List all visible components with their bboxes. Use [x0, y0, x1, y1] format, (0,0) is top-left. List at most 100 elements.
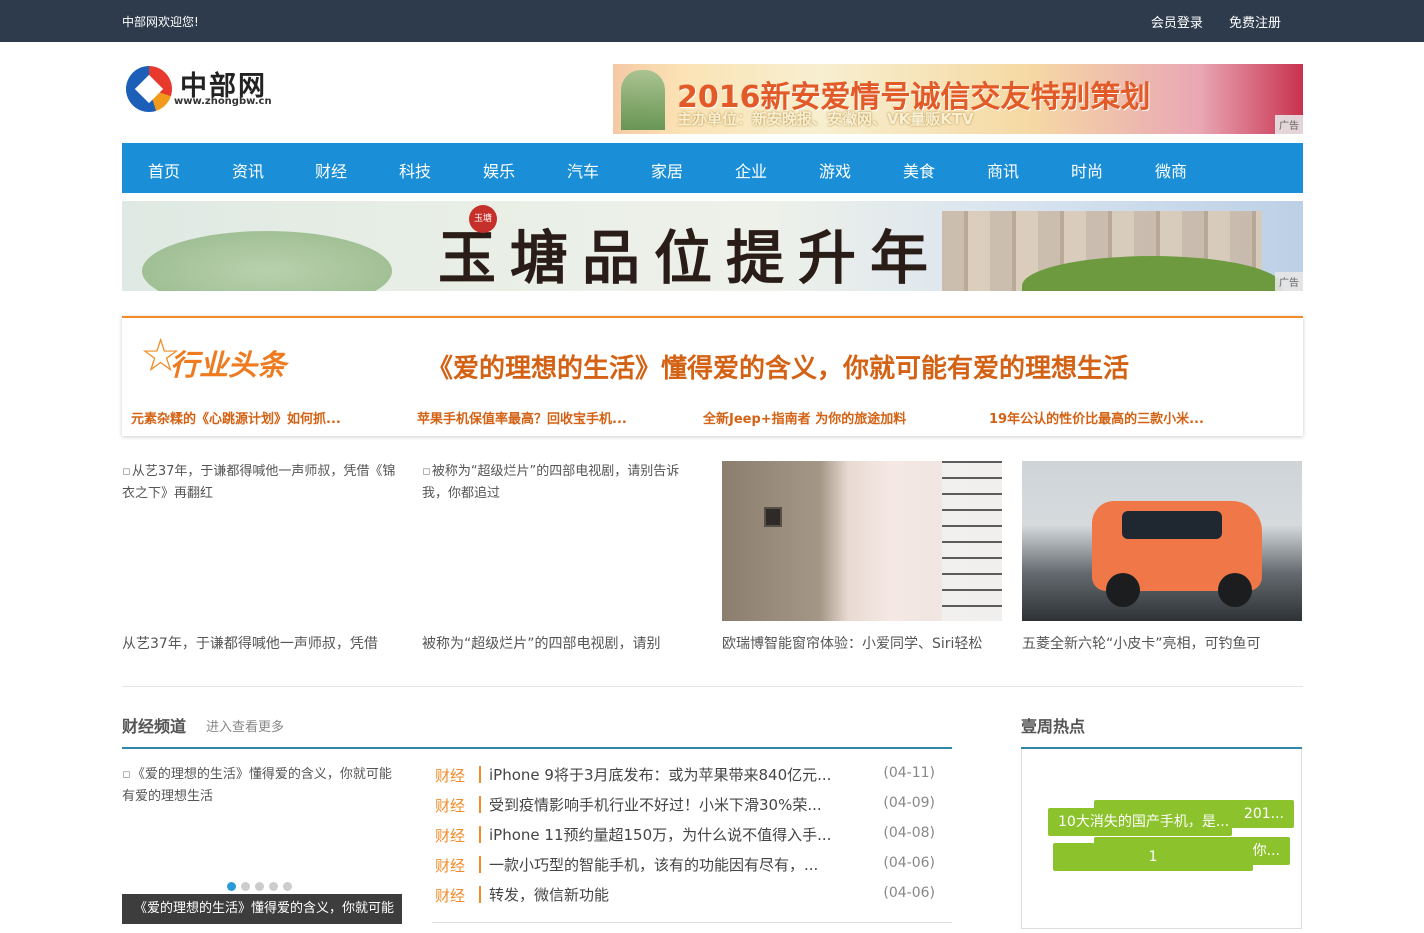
- car-window-icon: [1122, 511, 1222, 539]
- nav-item-company[interactable]: 企业: [735, 158, 767, 182]
- nav-item-news[interactable]: 资讯: [232, 158, 264, 182]
- slider-dot[interactable]: [227, 882, 236, 891]
- seal-stamp: 玉塘: [469, 205, 497, 233]
- industry-headline: ☆ 行业头条 《爱的理想的生活》懂得爱的含义，你就可能有爱的理想生活 元素杂糅的…: [122, 316, 1303, 436]
- nav-item-fashion[interactable]: 时尚: [1071, 158, 1103, 182]
- news-date: (04-06): [883, 855, 935, 871]
- news-category[interactable]: 财经: [435, 855, 465, 876]
- featured-card[interactable]: 被称为“超级烂片”的四部电视剧，请别告诉我，你都追过 被称为“超级烂片”的四部电…: [422, 461, 702, 661]
- card-image[interactable]: [1022, 461, 1302, 621]
- hot-section-title: 壹周热点: [1021, 717, 1086, 736]
- card-image[interactable]: 被称为“超级烂片”的四部电视剧，请别告诉我，你都追过: [422, 461, 702, 621]
- account-links: 会员登录 免费注册: [1129, 12, 1281, 31]
- slider-dots: [227, 879, 297, 895]
- card-caption[interactable]: 被称为“超级烂片”的四部电视剧，请别: [422, 633, 702, 653]
- finance-more-link[interactable]: 进入查看更多: [206, 716, 284, 735]
- news-separator: [479, 766, 481, 783]
- welcome-text: 中部网欢迎您!: [122, 15, 199, 29]
- card-caption[interactable]: 从艺37年，于谦都得喊他一声师叔，凭借: [122, 633, 402, 653]
- news-title[interactable]: iPhone 11预约量超150万，为什么说不值得入手...: [489, 824, 831, 845]
- nav-item-finance[interactable]: 财经: [315, 158, 347, 182]
- nav-item-tech[interactable]: 科技: [399, 158, 431, 182]
- news-category[interactable]: 财经: [435, 825, 465, 846]
- headline-logo-text: 行业头条: [170, 348, 287, 382]
- window-icon: [942, 461, 1002, 621]
- news-separator: [479, 826, 481, 843]
- section-underline: [122, 747, 952, 749]
- news-date: (04-08): [883, 825, 935, 841]
- site-logo[interactable]: 中部网 www.zhongbw.cn: [126, 62, 286, 114]
- wall-switch-icon: [764, 507, 782, 527]
- news-row: 财经 iPhone 9将于3月底发布：或为苹果带来840亿元... (04-11…: [432, 758, 952, 788]
- news-separator: [479, 796, 481, 813]
- nav-item-game[interactable]: 游戏: [819, 158, 851, 182]
- news-row: 财经 iPhone 11预约量超150万，为什么说不值得入手... (04-08…: [432, 818, 952, 848]
- news-date: (04-11): [883, 765, 935, 781]
- news-separator: [479, 856, 481, 873]
- nav-item-home[interactable]: 首页: [148, 158, 180, 182]
- finance-section-title: 财经频道: [122, 717, 187, 736]
- news-row: 财经 转发，微信新功能 (04-06): [432, 878, 952, 908]
- wide-ad-banner[interactable]: 玉塘品位提升年 玉塘 广告: [122, 201, 1303, 291]
- featured-card[interactable]: 从艺37年，于谦都得喊他一声师叔，凭借《锦衣之下》再翻红 从艺37年，于谦都得喊…: [122, 461, 402, 661]
- ad-tag: 广告: [1275, 272, 1303, 291]
- banner-calligraphy: 玉塘品位提升年: [438, 224, 943, 291]
- headline-logo: ☆ 行业头条: [140, 332, 310, 388]
- broken-image-alt: 从艺37年，于谦都得喊他一声师叔，凭借《锦衣之下》再翻红: [122, 461, 402, 505]
- top-bar: 中部网欢迎您! 会员登录 免费注册: [0, 0, 1424, 42]
- news-category[interactable]: 财经: [435, 885, 465, 906]
- featured-cards: 从艺37年，于谦都得喊他一声师叔，凭借《锦衣之下》再翻红 从艺37年，于谦都得喊…: [122, 461, 1303, 661]
- card-caption[interactable]: 五菱全新六轮“小皮卡”亮相，可钓鱼可: [1022, 633, 1302, 653]
- nav-item-wechat-biz[interactable]: 微商: [1155, 158, 1187, 182]
- slider-dot[interactable]: [283, 882, 292, 891]
- headline-link[interactable]: 全新Jeep+指南者 为你的旅途加料: [703, 408, 906, 427]
- news-title[interactable]: 一款小巧型的智能手机，该有的功能因有尽有，...: [489, 854, 818, 875]
- card-image[interactable]: 从艺37年，于谦都得喊他一声师叔，凭借《锦衣之下》再翻红: [122, 461, 402, 621]
- news-title[interactable]: iPhone 9将于3月底发布：或为苹果带来840亿元...: [489, 764, 831, 785]
- top-ad-banner[interactable]: 2016新安爱情号诚信交友特别策划 主办单位：新安晚报、安徽网、VK量贩KTV …: [613, 64, 1303, 134]
- news-list-border: [432, 922, 952, 923]
- logo-url: www.zhongbw.cn: [174, 96, 272, 107]
- nav-item-auto[interactable]: 汽车: [567, 158, 599, 182]
- news-date: (04-06): [883, 885, 935, 901]
- hot-tag[interactable]: 10大消失的国产手机，是...: [1048, 808, 1232, 836]
- hot-tag[interactable]: 1: [1053, 843, 1253, 871]
- nav-item-biz[interactable]: 商讯: [987, 158, 1019, 182]
- finance-slider[interactable]: 《爱的理想的生活》懂得爱的含义，你就可能有爱的理想生活 《爱的理想的生活》懂得爱…: [122, 764, 402, 924]
- slide-caption[interactable]: 《爱的理想的生活》懂得爱的含义，你就可能: [122, 894, 402, 924]
- wheel-icon: [1218, 573, 1252, 607]
- register-link[interactable]: 免费注册: [1229, 16, 1281, 31]
- login-link[interactable]: 会员登录: [1151, 16, 1203, 31]
- broken-image-alt: 《爱的理想的生活》懂得爱的含义，你就可能有爱的理想生活: [122, 764, 402, 808]
- hot-tag-cloud: 201... 你... 10大消失的国产手机，是... 1: [1021, 749, 1302, 929]
- news-title[interactable]: 转发，微信新功能: [489, 884, 609, 905]
- card-image[interactable]: [722, 461, 1002, 621]
- broken-image-alt: 被称为“超级烂片”的四部电视剧，请别告诉我，你都追过: [422, 461, 702, 505]
- featured-card[interactable]: 五菱全新六轮“小皮卡”亮相，可钓鱼可: [1022, 461, 1302, 661]
- nav-item-ent[interactable]: 娱乐: [483, 158, 515, 182]
- logo-mark-icon: [126, 66, 172, 112]
- slider-dot[interactable]: [241, 882, 250, 891]
- slider-dot[interactable]: [269, 882, 278, 891]
- lotus-leaf-icon: [142, 231, 392, 291]
- wheel-icon: [1106, 573, 1140, 607]
- slider-dot[interactable]: [255, 882, 264, 891]
- section-divider: [122, 686, 1303, 687]
- news-category[interactable]: 财经: [435, 795, 465, 816]
- news-title[interactable]: 受到疫情影响手机行业不好过！小米下滑30%荣...: [489, 794, 822, 815]
- main-nav: 首页 资讯 财经 科技 娱乐 汽车 家居 企业 游戏 美食 商讯 时尚 微商: [122, 143, 1303, 193]
- finance-news-list: 财经 iPhone 9将于3月底发布：或为苹果带来840亿元... (04-11…: [432, 758, 952, 908]
- featured-card[interactable]: 欧瑞博智能窗帘体验：小爱同学、Siri轻松: [722, 461, 1002, 661]
- headline-link[interactable]: 19年公认的性价比最高的三款小米...: [989, 408, 1204, 427]
- ad-tag: 广告: [1275, 115, 1303, 134]
- card-caption[interactable]: 欧瑞博智能窗帘体验：小爱同学、Siri轻松: [722, 633, 1002, 653]
- news-date: (04-09): [883, 795, 935, 811]
- news-separator: [479, 886, 481, 903]
- headline-link[interactable]: 元素杂糅的《心跳源计划》如何抓...: [131, 408, 341, 427]
- headline-title[interactable]: 《爱的理想的生活》懂得爱的含义，你就可能有爱的理想生活: [427, 348, 1129, 385]
- nav-item-food[interactable]: 美食: [903, 158, 935, 182]
- headline-link[interactable]: 苹果手机保值率最高？回收宝手机...: [417, 408, 627, 427]
- nav-item-home-living[interactable]: 家居: [651, 158, 683, 182]
- news-category[interactable]: 财经: [435, 765, 465, 786]
- ad-subline: 主办单位：新安晚报、安徽网、VK量贩KTV: [677, 110, 974, 128]
